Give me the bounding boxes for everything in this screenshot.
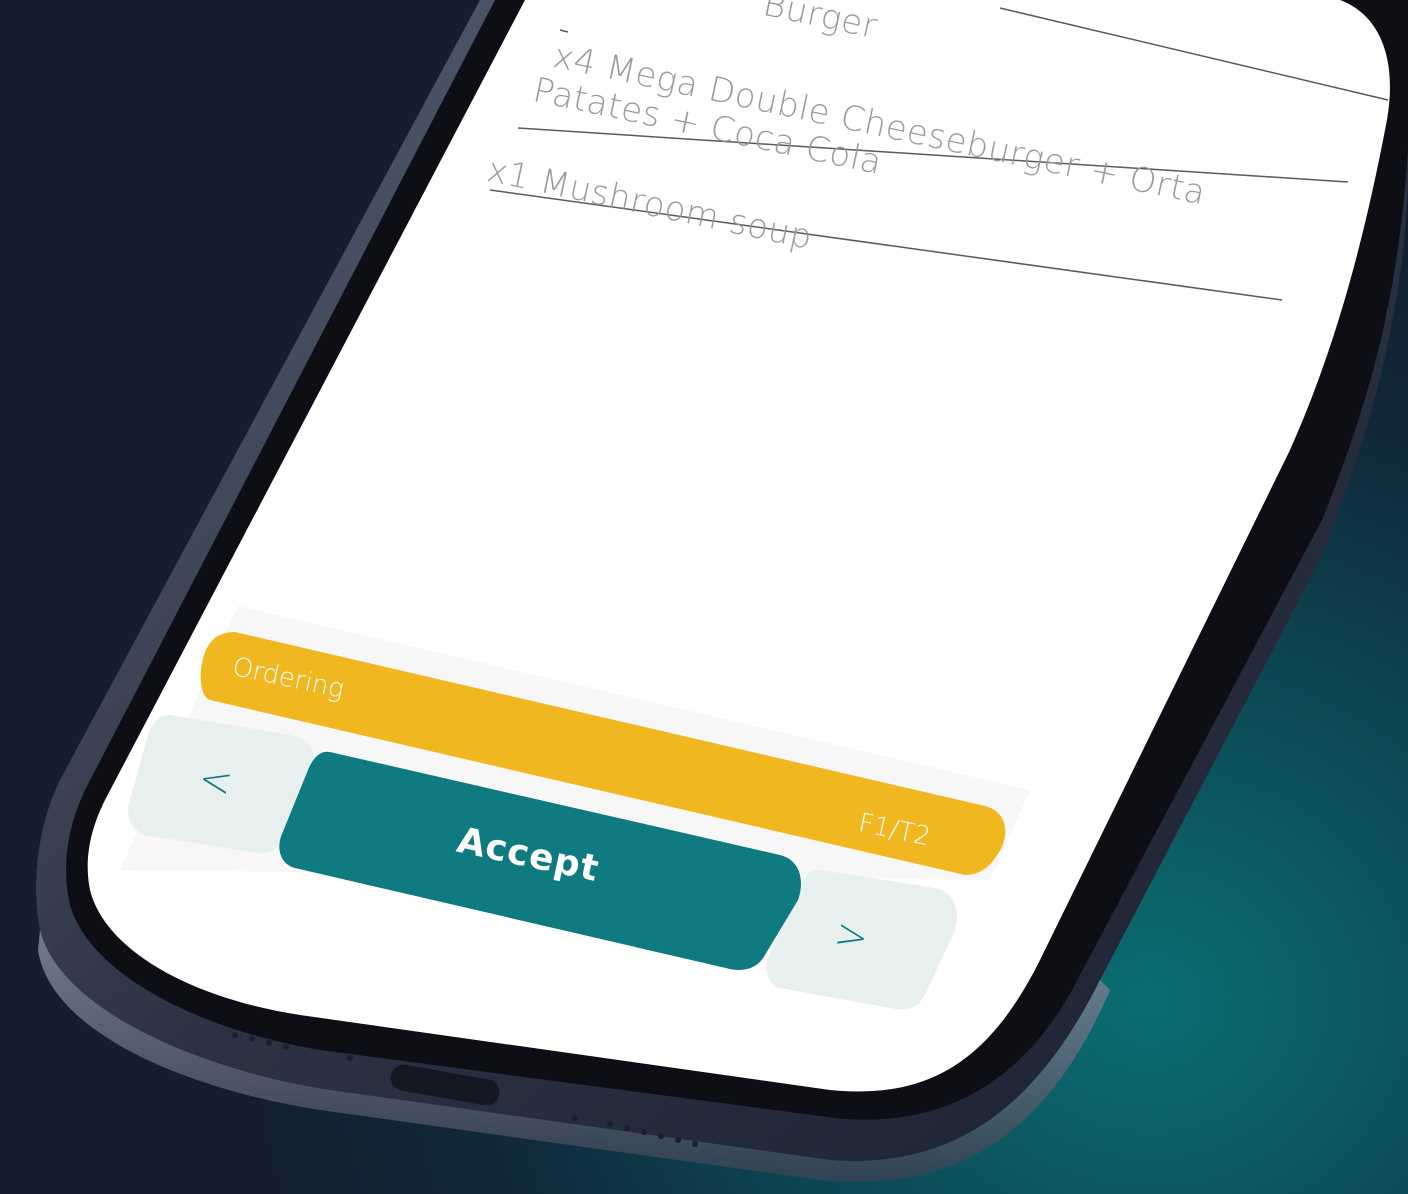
ui-overlay: Burger x4 Mega Double Cheeseburger + Ort… xyxy=(0,0,1408,1194)
chevron-right-icon[interactable]: > xyxy=(830,910,872,962)
chevron-left-icon[interactable]: < xyxy=(194,755,236,807)
table-label: F1/T2 xyxy=(855,808,934,853)
order-item-1: Burger xyxy=(759,0,881,48)
status-label: Ordering xyxy=(229,652,347,705)
order-item-4: x1 Mushroom soup xyxy=(483,150,816,258)
accept-button-label[interactable]: Accept xyxy=(453,820,602,890)
